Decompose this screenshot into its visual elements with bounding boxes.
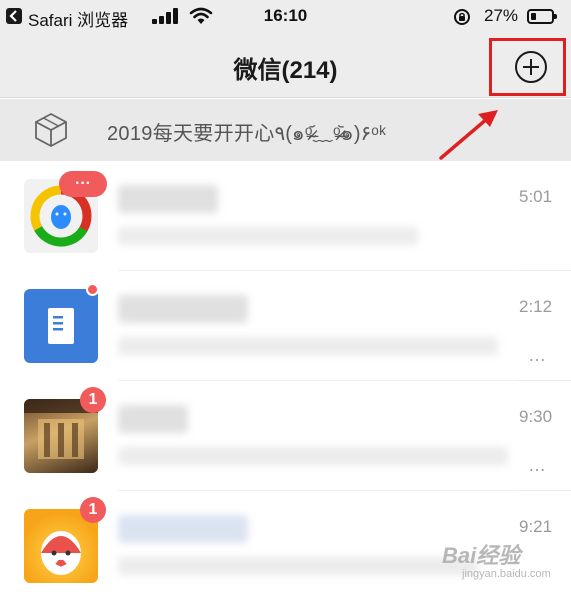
document-app-icon — [24, 289, 98, 363]
rotation-lock-icon — [454, 9, 470, 25]
unread-badge: 1 — [80, 387, 106, 413]
message-time: 5:01 — [519, 187, 553, 206]
baidu-watermark: Bai经验 — [442, 543, 521, 568]
unread-dot — [86, 283, 99, 296]
message-truncation-dots: … — [528, 345, 547, 365]
wechat-header: 微信(214) — [0, 34, 571, 98]
highlight-annotation-box — [489, 38, 566, 96]
pc-banner-text: 2019每天要开开心٩(๑ᵒ̴̶̷᷄﹏ᵒ̴̶̷᷅๑)۶ᵒᵏ — [107, 123, 387, 145]
message-time: 2:12 — [519, 297, 553, 316]
battery-percentage: 27% — [484, 6, 519, 25]
pc-login-banner[interactable]: 2019每天要开开心٩(๑ᵒ̴̶̷᷄﹏ᵒ̴̶̷᷅๑)۶ᵒᵏ — [0, 99, 571, 161]
status-bar: Safari 浏览器 16:10 27% — [0, 0, 571, 34]
unread-badge: 1 — [80, 497, 106, 523]
baidu-watermark-url: jingyan.baidu.com — [462, 568, 551, 580]
message-time: 9:30 — [519, 407, 553, 426]
blur-overlay — [108, 161, 518, 597]
battery-icon — [527, 9, 557, 24]
message-time: 9:21 — [519, 517, 553, 536]
chat-list: ··· 5:01 2:12 … 1 9:30 … 1 9:21 — [0, 161, 571, 597]
message-truncation-dots: … — [528, 455, 547, 475]
box-icon — [35, 112, 67, 148]
unread-badge: ··· — [59, 171, 107, 197]
page-title: 微信(214) — [233, 57, 338, 84]
